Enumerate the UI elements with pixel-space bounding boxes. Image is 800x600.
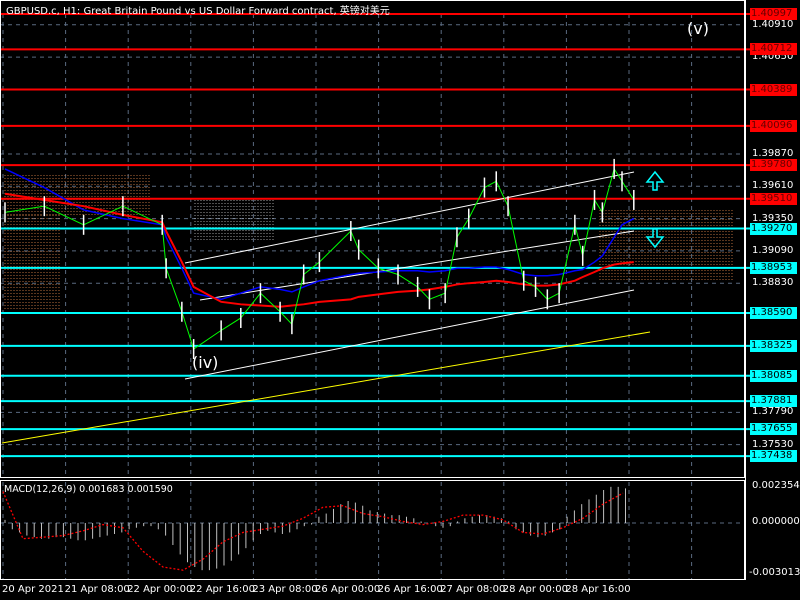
price-chart[interactable]: [0, 0, 800, 600]
macd-min-label: -0.003013: [749, 567, 800, 578]
ma-red-line: [4, 192, 634, 308]
time-label: 22 Apr 16:00: [189, 584, 255, 595]
chart-title: GBPUSD.c, H1: Great Britain Pound vs US …: [6, 6, 390, 17]
trendline-yellow[interactable]: [1, 331, 651, 444]
price-tick: 1.38830: [752, 277, 794, 289]
time-label: 26 Apr 00:00: [315, 584, 381, 595]
level-label-support[interactable]: 1.37655: [750, 423, 797, 436]
arrow-down-icon: [645, 228, 665, 249]
level-label-support[interactable]: 1.39270: [750, 222, 797, 235]
price-tick: 1.39610: [752, 180, 794, 192]
macd-panel-border: [0, 480, 745, 580]
level-label-resistance[interactable]: 1.40096: [750, 119, 797, 132]
wave-label-iv: (iv): [192, 353, 219, 372]
price-tick: 1.37530: [752, 438, 794, 450]
price-tick: 1.37790: [752, 406, 794, 418]
level-label-support[interactable]: 1.38953: [750, 261, 797, 274]
level-label-support[interactable]: 1.37881: [750, 395, 797, 408]
price-levels: [0, 13, 750, 458]
price-tick: 1.39090: [752, 244, 794, 256]
price-tick: 1.40910: [752, 18, 794, 30]
level-label-resistance[interactable]: 1.40712: [750, 43, 797, 56]
arrow-up-icon: [645, 170, 665, 191]
time-label: 27 Apr 08:00: [440, 584, 506, 595]
level-label-support[interactable]: 1.37438: [750, 450, 797, 463]
macd-indicator: [0, 486, 744, 571]
level-label-resistance[interactable]: 1.40389: [750, 83, 797, 96]
ma-blue-line: [4, 168, 635, 301]
level-label-resistance[interactable]: 1.39510: [750, 192, 797, 205]
macd-zero-label: 0.000000: [752, 516, 800, 527]
level-label-resistance[interactable]: 1.40997: [750, 8, 797, 20]
level-label-resistance[interactable]: 1.39780: [750, 159, 797, 172]
macd-title: MACD(12,26,9) 0.001683 0.001590: [4, 484, 173, 495]
level-label-support[interactable]: 1.38590: [750, 307, 797, 319]
ichimoku-cloud: [4, 175, 733, 310]
level-label-support[interactable]: 1.38085: [750, 369, 797, 382]
macd-grid: [2, 482, 693, 580]
time-label: 23 Apr 08:00: [252, 584, 318, 595]
time-label: 26 Apr 16:00: [377, 584, 443, 595]
main-panel-border: [0, 0, 745, 478]
grid: [0, 14, 744, 478]
price-series: [4, 158, 635, 360]
time-label: 20 Apr 2021: [2, 584, 64, 595]
time-label: 22 Apr 00:00: [127, 584, 193, 595]
level-label-support[interactable]: 1.38325: [750, 339, 797, 352]
wave-label-v: (v): [687, 19, 709, 38]
time-label: 28 Apr 00:00: [502, 584, 568, 595]
macd-signal-line: [2, 491, 624, 571]
time-label: 21 Apr 08:00: [64, 584, 130, 595]
time-label: 28 Apr 16:00: [565, 584, 631, 595]
macd-max-label: 0.002354: [752, 480, 800, 491]
